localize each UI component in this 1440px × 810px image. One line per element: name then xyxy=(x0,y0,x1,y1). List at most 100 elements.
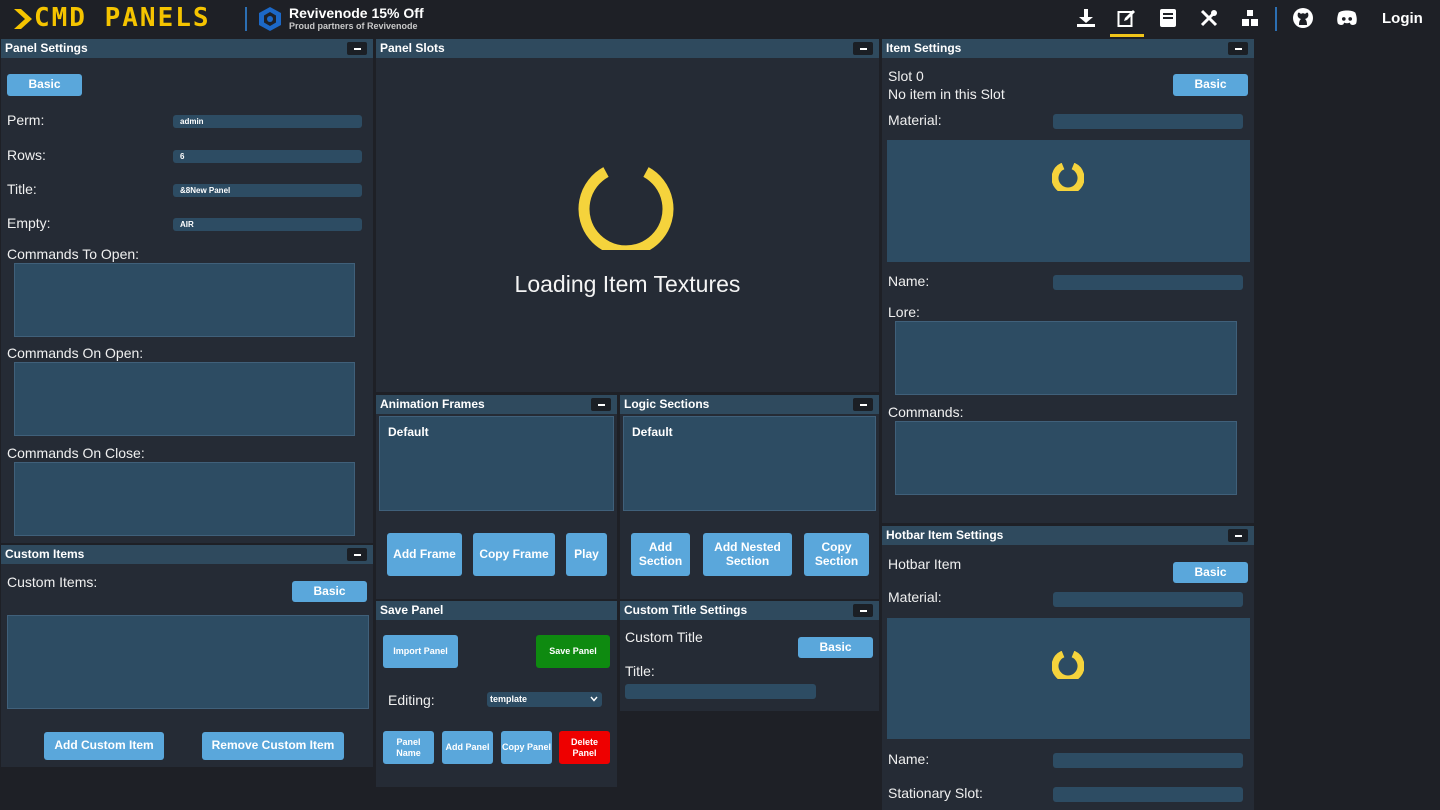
add-section-button[interactable]: Add Section xyxy=(631,533,690,576)
default-section-item[interactable]: Default xyxy=(632,425,673,439)
hotbar-item-settings-title: Hotbar Item Settings xyxy=(886,528,1004,542)
minimize-button[interactable] xyxy=(853,398,873,411)
minimize-button[interactable] xyxy=(1228,529,1248,542)
logo-text[interactable]: CMD PANELS xyxy=(34,3,211,33)
loading-spinner-icon xyxy=(578,167,674,250)
perm-label: Perm: xyxy=(7,112,45,128)
github-icon[interactable] xyxy=(1292,7,1314,29)
copy-section-button[interactable]: Copy Section xyxy=(804,533,869,576)
hotbar-item-settings-header: Hotbar Item Settings xyxy=(882,526,1254,545)
book-icon[interactable] xyxy=(1157,7,1179,29)
custom-title-title-label: Title: xyxy=(625,663,655,679)
hotbar-material-field[interactable] xyxy=(1053,592,1243,607)
logo-arrow-icon xyxy=(14,9,32,29)
commands-on-open-label: Commands On Open: xyxy=(7,345,144,361)
tools-icon[interactable] xyxy=(1198,7,1220,29)
panel-settings-header: Panel Settings xyxy=(1,39,373,58)
login-link[interactable]: Login xyxy=(1382,10,1423,27)
stationary-slot-label: Stationary Slot: xyxy=(888,785,983,801)
custom-title-field[interactable] xyxy=(625,684,816,699)
add-panel-button[interactable]: Add Panel xyxy=(442,731,493,764)
add-custom-item-button[interactable]: Add Custom Item xyxy=(44,732,164,760)
panel-settings-mode-button[interactable]: Basic xyxy=(7,74,82,96)
custom-items-list[interactable] xyxy=(7,615,369,709)
copy-frame-button[interactable]: Copy Frame xyxy=(473,533,555,576)
commands-to-open-label: Commands To Open: xyxy=(7,246,140,262)
commands-to-open-textarea[interactable] xyxy=(14,263,355,337)
add-nested-section-button[interactable]: Add Nested Section xyxy=(703,533,792,576)
blocks-icon[interactable] xyxy=(1239,7,1261,29)
minimize-button[interactable] xyxy=(853,604,873,617)
stationary-slot-field[interactable] xyxy=(1053,787,1243,802)
active-nav-indicator xyxy=(1110,34,1144,37)
import-panel-button[interactable]: Import Panel xyxy=(383,635,458,668)
loading-text: Loading Item Textures xyxy=(514,271,741,297)
logic-sections-list[interactable]: Default xyxy=(623,416,876,511)
custom-items-mode-button[interactable]: Basic xyxy=(292,581,367,602)
empty-field[interactable]: AIR xyxy=(173,218,362,231)
top-bar: CMD PANELS Revivenode 15% Off Proud part… xyxy=(0,0,1440,38)
minimize-button[interactable] xyxy=(347,42,367,55)
editing-select[interactable]: template xyxy=(487,692,602,707)
item-settings-mode-button[interactable]: Basic xyxy=(1173,74,1248,96)
custom-title-settings-header: Custom Title Settings xyxy=(620,601,879,620)
minimize-button[interactable] xyxy=(347,548,367,561)
rows-label: Rows: xyxy=(7,147,46,163)
lore-textarea[interactable] xyxy=(895,321,1237,395)
material-field[interactable] xyxy=(1053,114,1243,129)
item-settings-panel: Item Settings Slot 0 No item in this Slo… xyxy=(882,39,1254,523)
custom-items-header: Custom Items xyxy=(1,545,373,564)
custom-title-label: Custom Title xyxy=(625,629,703,645)
discord-icon[interactable] xyxy=(1336,7,1358,29)
loading-spinner-icon xyxy=(1052,651,1084,679)
custom-title-settings-title: Custom Title Settings xyxy=(624,603,748,617)
save-panel-button[interactable]: Save Panel xyxy=(536,635,610,668)
download-icon[interactable] xyxy=(1075,7,1097,29)
minus-icon xyxy=(353,47,361,50)
chevron-down-icon xyxy=(590,696,598,702)
minus-icon xyxy=(597,403,605,406)
hotbar-item-settings-panel: Hotbar Item Settings Hotbar Item Basic M… xyxy=(882,526,1254,810)
minimize-button[interactable] xyxy=(591,398,611,411)
custom-title-settings-panel: Custom Title Settings Custom Title Basic… xyxy=(620,601,879,711)
commands-on-open-textarea[interactable] xyxy=(14,362,355,436)
panel-slots: Panel Slots Loading Item Textures xyxy=(376,39,879,392)
custom-title-mode-button[interactable]: Basic xyxy=(798,637,873,658)
minimize-button[interactable] xyxy=(1228,42,1248,55)
hotbar-item-mode-button[interactable]: Basic xyxy=(1173,562,1248,583)
perm-field[interactable]: admin xyxy=(173,115,362,128)
hotbar-material-picker[interactable] xyxy=(887,618,1250,739)
edit-icon[interactable] xyxy=(1116,7,1138,29)
promo-title[interactable]: Revivenode 15% Off xyxy=(289,5,424,21)
editing-select-value: template xyxy=(490,694,528,704)
save-panel: Save Panel Import Panel Save Panel Editi… xyxy=(376,601,617,787)
lore-label: Lore: xyxy=(888,304,920,320)
item-name-field[interactable] xyxy=(1053,275,1243,290)
minus-icon xyxy=(353,553,361,556)
remove-custom-item-button[interactable]: Remove Custom Item xyxy=(202,732,344,760)
hotbar-name-field[interactable] xyxy=(1053,753,1243,768)
animation-frames-panel: Animation Frames Default Add Frame Copy … xyxy=(376,395,617,599)
play-button[interactable]: Play xyxy=(566,533,607,576)
panel-name-button[interactable]: Panel Name xyxy=(383,731,434,764)
minimize-button[interactable] xyxy=(853,42,873,55)
default-frame-item[interactable]: Default xyxy=(388,425,429,439)
minus-icon xyxy=(1234,534,1242,537)
revivenode-logo-icon[interactable] xyxy=(258,6,282,32)
item-settings-title: Item Settings xyxy=(886,41,962,55)
minus-icon xyxy=(1234,47,1242,50)
title-field[interactable]: &8New Panel xyxy=(173,184,362,197)
copy-panel-button[interactable]: Copy Panel xyxy=(501,731,552,764)
commands-on-close-textarea[interactable] xyxy=(14,462,355,536)
save-panel-header: Save Panel xyxy=(376,601,617,620)
animation-frames-list[interactable]: Default xyxy=(379,416,614,511)
hotbar-material-label: Material: xyxy=(888,589,942,605)
material-picker[interactable] xyxy=(887,140,1250,262)
delete-panel-button[interactable]: Delete Panel xyxy=(559,731,610,764)
add-frame-button[interactable]: Add Frame xyxy=(387,533,462,576)
rows-field[interactable]: 6 xyxy=(173,150,362,163)
animation-frames-title: Animation Frames xyxy=(380,397,485,411)
nav-divider xyxy=(1275,7,1277,31)
item-commands-textarea[interactable] xyxy=(895,421,1237,495)
item-commands-label: Commands: xyxy=(888,404,964,420)
